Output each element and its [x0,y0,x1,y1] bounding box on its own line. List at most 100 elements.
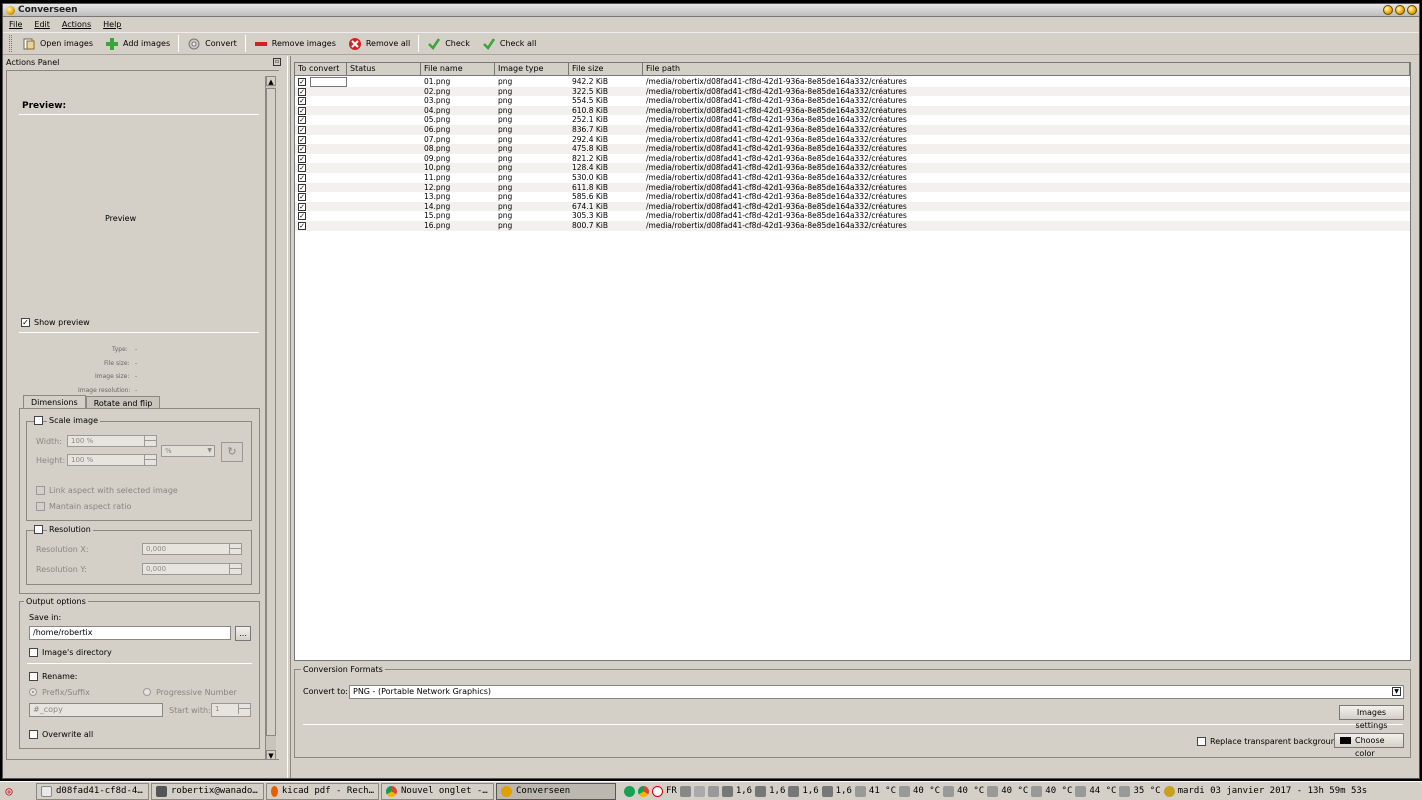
title-bar[interactable]: Converseen [3,4,1419,17]
to-convert-checkbox[interactable]: ✓ [298,97,306,106]
width-spin-buttons[interactable] [144,436,156,446]
actions-scrollbar[interactable]: ▲ ▼ [265,76,276,760]
magnifier-icon[interactable] [1163,785,1175,797]
column-image-type[interactable]: Image type [495,63,569,75]
to-convert-checkbox[interactable]: ✓ [298,106,306,115]
to-convert-checkbox[interactable]: ✓ [298,221,306,230]
table-row[interactable]: ✓ 05.png png 252.1 KiB/media/robertix/d08fa… [295,115,1410,125]
task-converseen[interactable]: Converseen [496,782,616,800]
column-file-name[interactable]: File name [421,63,495,75]
to-convert-checkbox[interactable]: ✓ [298,78,306,86]
resolution-x-spin-buttons[interactable] [229,544,241,554]
task-firefox[interactable]: kicad pdf - Rech… [266,782,379,800]
height-spinbox[interactable]: 100 % [67,454,157,466]
maximize-button[interactable] [1395,5,1405,15]
table-row[interactable]: ✓ 10.png png 128.4 KiB/media/robertix/d08fa… [295,163,1410,173]
to-convert-checkbox[interactable]: ✓ [298,135,306,144]
tab-rotate-and-flip[interactable]: Rotate and flip [85,396,161,408]
table-row[interactable]: ✓ 01.png png 942.2 KiB/media/robertix/d08fa… [295,77,1410,87]
close-button[interactable] [1407,5,1417,15]
menu-edit[interactable]: Edit [34,20,50,29]
table-row[interactable]: ✓ 16.png png 800.7 KiB/media/robertix/d08fa… [295,220,1410,231]
tab-dimensions[interactable]: Dimensions [23,395,86,408]
minimize-button[interactable] [1383,5,1393,15]
to-convert-checkbox[interactable]: ✓ [298,212,306,221]
resolution-y-spin-buttons[interactable] [229,564,241,574]
search-tray-icon[interactable] [707,785,719,797]
menu-help[interactable]: Help [103,20,121,29]
to-convert-checkbox[interactable]: ✓ [298,87,306,96]
table-row[interactable]: ✓ 03.png png 554.5 KiB/media/robertix/d08fa… [295,96,1410,106]
clock-alarm-icon[interactable] [652,785,663,797]
width-spinbox[interactable]: 100 % [67,435,157,447]
resolution-x-spinbox[interactable]: 0,000 [142,543,242,555]
column-to-convert[interactable]: To convert [295,63,347,75]
table-row[interactable]: ✓ 14.png png 674.1 KiB/media/robertix/d08fa… [295,201,1410,212]
browse-button[interactable]: ... [235,626,251,641]
resolution-checkbox[interactable] [34,525,43,534]
start-with-spin-buttons[interactable] [238,704,250,714]
keyboard-layout[interactable]: FR [666,786,677,796]
network-icon[interactable] [624,785,635,797]
to-convert-checkbox[interactable]: ✓ [298,116,306,125]
images-settings-button[interactable]: Images settings [1339,705,1404,730]
status-cell-editor[interactable] [310,77,347,87]
format-select[interactable]: PNG - (Portable Network Graphics) ▼ [349,685,1404,699]
scroll-up-arrow[interactable]: ▲ [266,76,276,86]
table-row[interactable]: ✓ 09.png png 821.2 KiB/media/robertix/d08fa… [295,153,1410,164]
check-all-button[interactable]: Check all [476,33,543,54]
refresh-icon[interactable]: ↻ [221,442,243,462]
images-directory-checkbox[interactable] [29,648,38,657]
height-spin-buttons[interactable] [144,455,156,465]
convert-button[interactable]: Convert [181,33,243,54]
prefix-input[interactable]: #_copy [29,703,163,717]
to-convert-checkbox[interactable]: ✓ [298,145,306,154]
choose-color-button[interactable]: Choose color [1334,733,1404,758]
open-images-button[interactable]: Open images [16,33,99,54]
add-images-button[interactable]: Add images [99,33,176,54]
table-row[interactable]: ✓ 07.png png 292.4 KiB/media/robertix/d08fa… [295,134,1410,145]
scrollbar-thumb[interactable] [266,88,276,736]
overwrite-all-checkbox[interactable] [29,730,38,739]
task-chrome[interactable]: Nouvel onglet -… [381,782,494,800]
to-convert-checkbox[interactable]: ✓ [298,193,306,202]
volume-icon[interactable] [679,785,691,797]
to-convert-checkbox[interactable]: ✓ [298,202,306,211]
table-row[interactable]: ✓ 11.png png 530.0 KiB/media/robertix/d08fa… [295,172,1410,183]
to-convert-checkbox[interactable]: ✓ [298,154,306,163]
remove-all-button[interactable]: Remove all [342,33,416,54]
prefix-suffix-radio[interactable] [29,688,37,696]
check-button[interactable]: Check [421,33,476,54]
to-convert-checkbox[interactable]: ✓ [298,164,306,173]
progressive-number-radio[interactable] [143,688,151,696]
to-convert-checkbox[interactable]: ✓ [298,173,306,182]
resolution-y-spinbox[interactable]: 0,000 [142,563,242,575]
table-row[interactable]: ✓ 13.png png 585.6 KiB/media/robertix/d08fa… [295,192,1410,202]
start-with-spinbox[interactable]: 1 [211,703,251,717]
column-file-path[interactable]: File path [643,63,1410,75]
debian-menu-icon[interactable]: ◎ [0,783,18,800]
table-row[interactable]: ✓ 02.png png 322.5 KiB/media/robertix/d08fa… [295,86,1410,97]
float-panel-icon[interactable]: ▫ [273,58,281,66]
replace-transparent-checkbox[interactable] [1197,737,1206,746]
menu-actions[interactable]: Actions [62,20,91,29]
chrome-tray-icon[interactable] [638,785,649,797]
unit-select[interactable]: % ▼ [161,445,215,457]
to-convert-checkbox[interactable]: ✓ [298,125,306,134]
toolbar-grip[interactable] [9,35,12,52]
scale-image-checkbox[interactable] [34,416,43,425]
rename-checkbox[interactable] [29,672,38,681]
table-row[interactable]: ✓ 15.png png 305.3 KiB/media/robertix/d08fa… [295,211,1410,221]
table-row[interactable]: ✓ 04.png png 610.8 KiB/media/robertix/d08fa… [295,105,1410,116]
column-status[interactable]: Status [347,63,421,75]
printer-icon[interactable] [693,785,705,797]
remove-images-button[interactable]: Remove images [248,33,342,54]
column-file-size[interactable]: File size [569,63,643,75]
table-row[interactable]: ✓ 08.png png 475.8 KiB/media/robertix/d08fa… [295,144,1410,154]
task-file-manager[interactable]: d08fad41-cf8d-4… [36,782,149,800]
panel-splitter[interactable] [287,56,291,778]
link-aspect-checkbox[interactable] [36,486,45,495]
show-preview-checkbox[interactable]: ✓ [21,318,30,327]
save-in-input[interactable]: /home/robertix [29,626,231,640]
scroll-down-arrow[interactable]: ▼ [266,750,276,760]
